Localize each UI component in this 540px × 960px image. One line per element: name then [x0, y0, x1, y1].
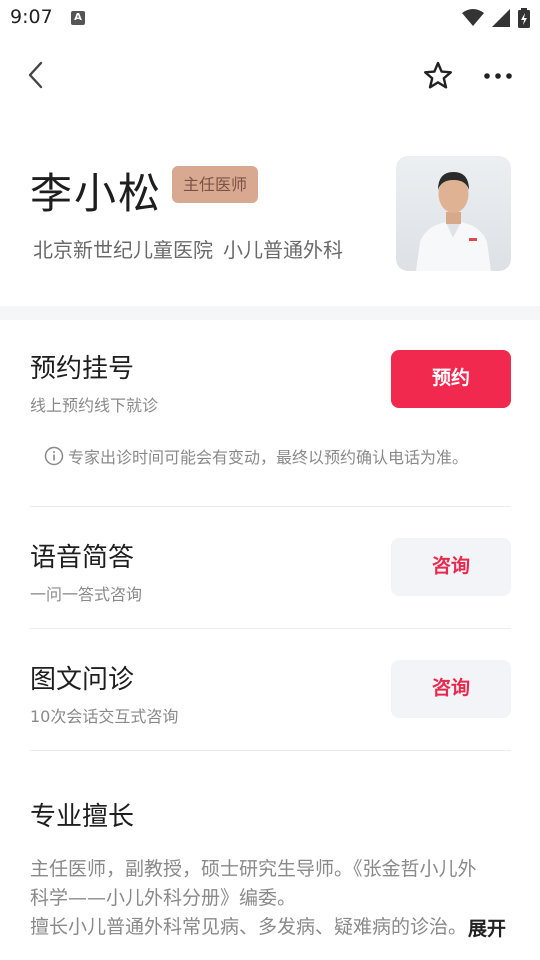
status-time: 9:07 — [10, 6, 53, 28]
section-separator — [0, 306, 540, 320]
service-title: 预约挂号 — [30, 354, 135, 384]
app-notification-icon: A — [71, 11, 85, 25]
back-button[interactable] — [20, 58, 54, 92]
top-nav — [0, 46, 540, 106]
specialty-description: 主任医师，副教授，硕士研究生导师。《张金哲小儿外 科学——小儿外科分册》编委。 … — [30, 855, 511, 942]
chevron-left-icon — [28, 61, 43, 89]
service-subtitle: 10次会话交互式咨询 — [30, 707, 179, 726]
divider — [30, 750, 511, 751]
signal-icon — [492, 9, 510, 27]
specialty-line: 主任医师，副教授，硕士研究生导师。《张金哲小儿外 — [30, 858, 477, 880]
hospital-name: 北京新世纪儿童医院 — [33, 238, 213, 262]
service-title: 语音简答 — [30, 543, 135, 573]
doctor-photo — [416, 172, 491, 271]
service-appointment: 预约挂号 线上预约线下就诊 预约 — [30, 348, 511, 418]
book-appointment-button[interactable]: 预约 — [391, 350, 511, 408]
notice-text: 专家出诊时间可能会有变动，最终以预约确认电话为准。 — [68, 448, 469, 467]
service-text-consult: 图文问诊 10次会话交互式咨询 咨询 — [30, 659, 511, 729]
doctor-name: 李小松 — [30, 169, 163, 218]
battery-icon — [518, 8, 530, 28]
specialty-title: 专业擅长 — [30, 802, 135, 832]
text-consult-button[interactable]: 咨询 — [391, 660, 511, 718]
divider — [30, 506, 511, 507]
divider — [30, 628, 511, 629]
expand-button[interactable]: 展开 — [466, 914, 507, 941]
wifi-icon — [462, 9, 484, 26]
service-voice: 语音简答 一问一答式咨询 咨询 — [30, 537, 511, 607]
status-icons — [462, 8, 530, 28]
favorite-button[interactable] — [420, 58, 456, 94]
voice-consult-button[interactable]: 咨询 — [391, 538, 511, 596]
star-icon — [424, 61, 452, 89]
hospital-info: 北京新世纪儿童医院 小儿普通外科 — [33, 234, 343, 263]
more-icon — [484, 73, 512, 79]
specialty-line: 科学——小儿外科分册》编委。 — [30, 887, 297, 909]
service-subtitle: 一问一答式咨询 — [30, 585, 143, 604]
specialty-line: 擅长小儿普通外科常见病、多发病、疑难病的诊治。 — [30, 916, 468, 938]
more-button[interactable] — [478, 58, 518, 94]
title-badge: 主任医师 — [172, 166, 259, 203]
service-subtitle: 线上预约线下就诊 — [30, 396, 159, 415]
service-title: 图文问诊 — [30, 665, 135, 695]
doctor-avatar — [396, 156, 511, 271]
department-name: 小儿普通外科 — [223, 238, 343, 262]
info-icon — [44, 446, 64, 466]
schedule-notice: 专家出诊时间可能会有变动，最终以预约确认电话为准。 — [44, 444, 468, 468]
status-bar: 9:07 A — [0, 0, 540, 36]
